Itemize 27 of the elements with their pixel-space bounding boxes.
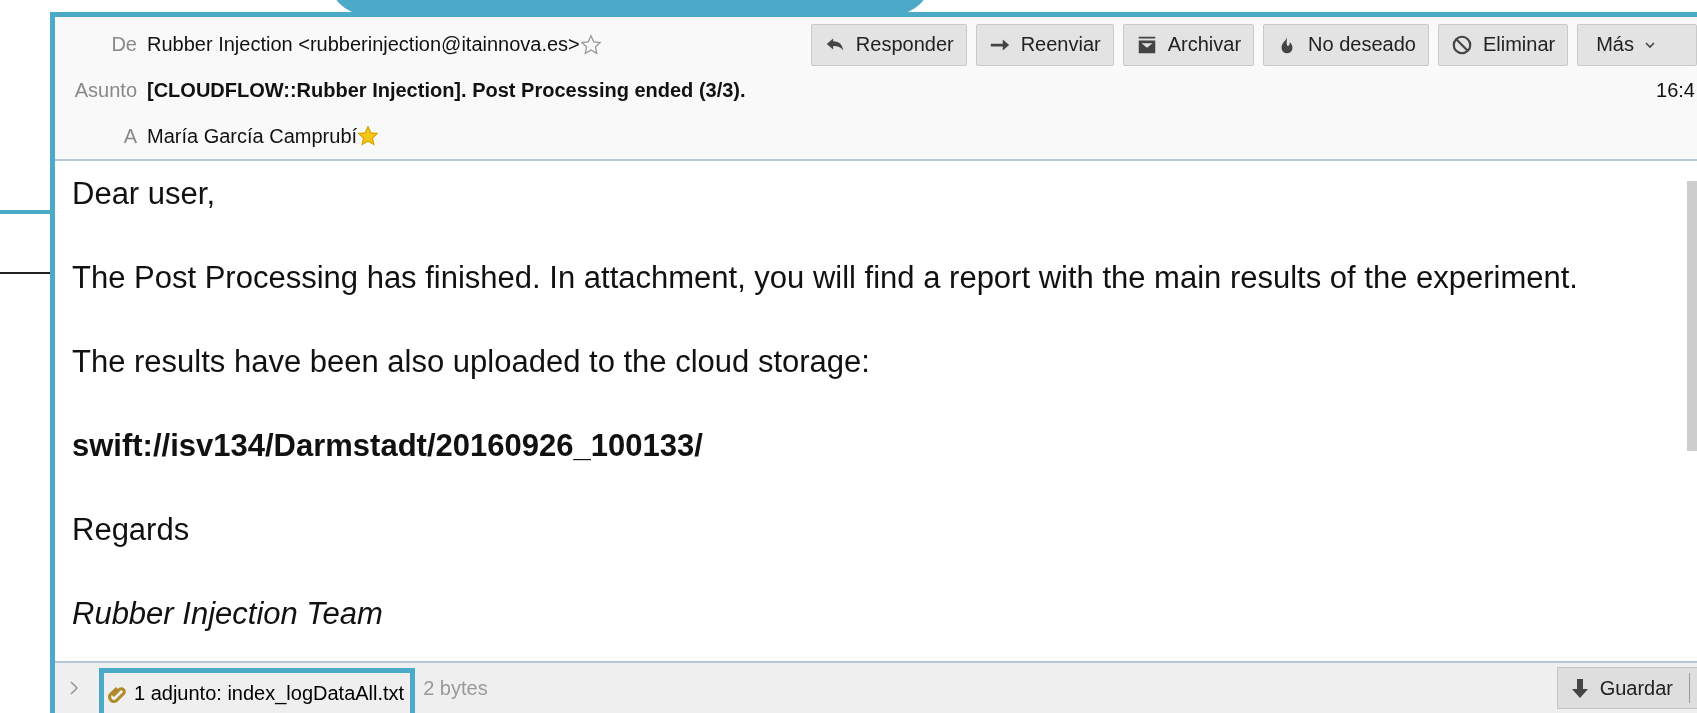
sender: Rubber Injection <rubberinjection@itainnova.es> (147, 33, 580, 57)
message-paragraph: Regards (72, 511, 191, 548)
toolbar-button[interactable]: Responder (810, 23, 967, 66)
down-arrow-icon (1569, 677, 1590, 699)
message-paragraph: The results have been also uploaded to the cloud storage: (72, 343, 871, 380)
star-icon[interactable] (357, 125, 380, 148)
message-paragraph: Rubber Injection Team (72, 595, 384, 632)
to-label: A (122, 124, 137, 148)
from-label: De (110, 33, 137, 57)
save-button[interactable]: Guardar (1556, 667, 1697, 709)
toolbar-button[interactable]: Archivar (1122, 23, 1255, 66)
expand-chevron-icon[interactable] (67, 680, 81, 696)
toolbar-button[interactable]: Más (1577, 23, 1697, 66)
message-time: 16:4 (1656, 79, 1695, 103)
prohibited-icon (1450, 33, 1473, 56)
attachment-size: 2 bytes (423, 676, 488, 700)
toolbar-button[interactable]: No deseado (1263, 23, 1429, 66)
scrollbar-thumb[interactable] (1687, 181, 1697, 451)
recipient: María García Camprubí (147, 124, 358, 148)
subject-label: Asunto (73, 79, 137, 103)
storage-path: swift://isv134/Darmstadt/20160926_100133/ (72, 427, 704, 464)
toolbar-button[interactable]: Reenviar (975, 23, 1114, 66)
star-icon[interactable] (579, 33, 602, 56)
toolbar-button[interactable]: Eliminar (1437, 23, 1569, 66)
message-paragraph: Dear user, (72, 175, 216, 212)
message-paragraph: The Post Processing has finished. In attachment, you will find a report with the main results of the experiment. (72, 259, 1579, 296)
subject: [CLOUDFLOW::Rubber Injection]. Post Processing ended (3/3). (147, 79, 746, 103)
